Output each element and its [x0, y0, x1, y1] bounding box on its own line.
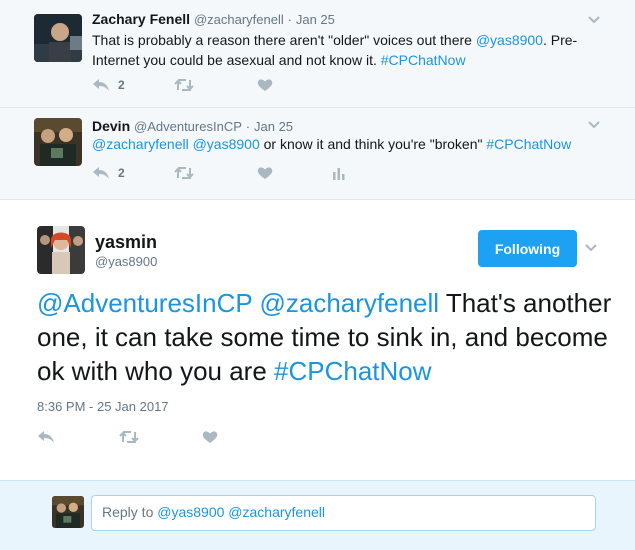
chevron-down-icon[interactable]	[585, 244, 597, 252]
mention-link[interactable]: @AdventuresInCP	[37, 288, 252, 318]
tweet-text: @AdventuresInCP @zacharyfenell That's an…	[37, 288, 612, 386]
retweet-button[interactable]	[174, 78, 194, 92]
retweet-button[interactable]	[119, 430, 139, 444]
like-icon	[257, 167, 273, 179]
author-handle[interactable]: @yas8900	[95, 254, 157, 269]
tweet-text: @zacharyfenell @yas8900 or know it and t…	[92, 136, 572, 152]
like-button[interactable]	[257, 166, 273, 180]
following-button[interactable]: Following	[478, 230, 577, 267]
hashtag-link[interactable]: #CPChatNow	[274, 356, 432, 386]
tweet-actions	[37, 430, 337, 450]
reply-button[interactable]	[37, 430, 55, 444]
reply-count: 2	[118, 78, 125, 92]
tweet-header: Devin @AdventuresInCP · Jan 25	[92, 118, 294, 134]
author-handle[interactable]: @zacharyfenell	[194, 12, 284, 27]
mention-link[interactable]: @yas8900	[476, 32, 543, 48]
mention-link[interactable]: @yas8900	[193, 136, 260, 152]
avatar-zachary[interactable]	[34, 14, 82, 62]
tweet-text: That is probably a reason there aren't "…	[92, 32, 578, 68]
retweet-icon	[174, 166, 194, 180]
tweet-actions: 2	[92, 166, 392, 186]
analytics-button[interactable]	[332, 166, 346, 180]
hashtag-link[interactable]: #CPChatNow	[381, 52, 466, 68]
reply-icon	[93, 79, 109, 91]
tweet-devin[interactable]: Devin @AdventuresInCP · Jan 25 @zacharyf…	[0, 108, 635, 200]
retweet-button[interactable]	[174, 166, 194, 180]
tweet-actions: 2	[92, 78, 392, 98]
avatar-current-user	[52, 496, 84, 528]
reply-mentions: @yas8900 @zacharyfenell	[157, 504, 325, 520]
reply-box: Reply to @yas8900 @zacharyfenell	[0, 480, 635, 550]
tweet-zachary[interactable]: Zachary Fenell @zacharyfenell · Jan 25 T…	[0, 0, 635, 108]
chevron-down-icon[interactable]	[588, 16, 600, 24]
reply-count: 2	[118, 166, 125, 180]
author-name[interactable]: yasmin	[95, 232, 157, 253]
tweet-timestamp[interactable]: 8:36 PM - 25 Jan 2017	[37, 399, 169, 414]
author-name[interactable]: Zachary Fenell	[92, 11, 190, 27]
author-handle[interactable]: @AdventuresInCP	[134, 119, 242, 134]
avatar-yasmin[interactable]	[37, 226, 85, 274]
tweet-date[interactable]: Jan 25	[296, 12, 335, 27]
reply-button[interactable]: 2	[92, 166, 125, 180]
avatar-devin[interactable]	[34, 118, 82, 166]
like-icon	[202, 431, 218, 443]
reply-button[interactable]: 2	[92, 78, 125, 92]
main-tweet: yasmin @yas8900 Following @AdventuresInC…	[0, 199, 635, 480]
reply-input[interactable]: Reply to @yas8900 @zacharyfenell	[91, 495, 596, 531]
mention-link[interactable]: @zacharyfenell	[92, 136, 189, 152]
mention-link[interactable]: @zacharyfenell	[259, 288, 439, 318]
tweet-date[interactable]: Jan 25	[254, 119, 293, 134]
chevron-down-icon[interactable]	[588, 121, 600, 129]
like-button[interactable]	[202, 430, 218, 444]
like-button[interactable]	[257, 78, 273, 92]
analytics-icon	[333, 168, 345, 180]
retweet-icon	[174, 78, 194, 92]
retweet-icon	[119, 430, 139, 444]
author-name[interactable]: Devin	[92, 118, 130, 134]
tweet-header: Zachary Fenell @zacharyfenell · Jan 25	[92, 11, 335, 27]
like-icon	[257, 79, 273, 91]
reply-icon	[93, 167, 109, 179]
reply-icon	[38, 431, 54, 443]
hashtag-link[interactable]: #CPChatNow	[486, 136, 571, 152]
